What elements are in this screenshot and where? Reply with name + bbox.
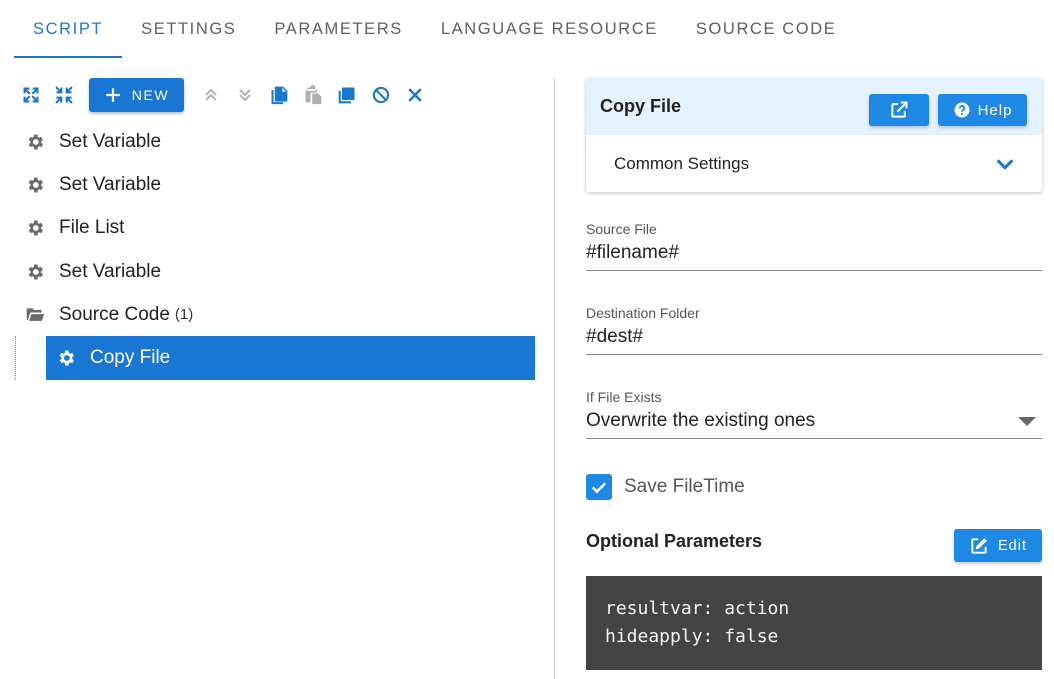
tab-bar: SCRIPT SETTINGS PARAMETERS LANGUAGE RESO… xyxy=(14,0,855,58)
tree-item-label: Set Variable xyxy=(59,130,162,152)
properties-card: Copy File Help Common Settings xyxy=(586,78,1042,192)
duplicate-icon[interactable] xyxy=(336,84,358,106)
source-file-field: Source File #filename# xyxy=(586,221,1042,271)
expand-all-icon[interactable] xyxy=(20,84,42,106)
save-filetime-row: Save FileTime xyxy=(586,474,745,500)
edit-button[interactable]: Edit xyxy=(954,529,1042,562)
destination-folder-field: Destination Folder #dest# xyxy=(586,305,1042,355)
tab-language-resource[interactable]: LANGUAGE RESOURCE xyxy=(422,0,677,58)
tree-item[interactable]: Set Variable xyxy=(14,163,539,206)
tree-item-label: Set Variable xyxy=(59,173,162,195)
destination-folder-input[interactable]: #dest# xyxy=(586,321,1042,355)
edit-icon xyxy=(971,537,987,554)
properties-panel: Copy File Help Common Settings Source Fi… xyxy=(586,78,1042,670)
tree-item-selected[interactable]: Copy File xyxy=(46,336,535,381)
tab-source-code[interactable]: SOURCE CODE xyxy=(677,0,855,58)
folder-open-icon xyxy=(24,304,46,326)
tree-folder[interactable]: Source Code (1) xyxy=(14,293,539,336)
tree-item-label: File List xyxy=(59,217,125,239)
source-file-label: Source File xyxy=(586,221,657,237)
script-tree: Set Variable Set Variable File List Set … xyxy=(14,120,539,381)
tree-item-label: Copy File xyxy=(90,347,171,369)
move-up-icon[interactable] xyxy=(200,84,222,106)
if-file-exists-value: Overwrite the existing ones xyxy=(586,410,816,431)
save-filetime-checkbox[interactable] xyxy=(586,474,612,500)
open-external-icon xyxy=(891,101,908,118)
dropdown-arrow-icon xyxy=(1018,417,1036,426)
tree-folder-count: (1) xyxy=(174,306,194,324)
paste-icon[interactable] xyxy=(302,84,324,106)
common-settings-expander[interactable]: Common Settings xyxy=(586,135,1042,192)
save-filetime-label: Save FileTime xyxy=(624,476,745,497)
common-settings-label: Common Settings xyxy=(614,153,750,173)
tab-settings[interactable]: SETTINGS xyxy=(122,0,255,58)
delete-icon[interactable] xyxy=(404,84,426,106)
new-button[interactable]: NEW xyxy=(89,78,184,112)
optional-parameters-code[interactable]: resultvar: action hideapply: false xyxy=(586,576,1042,670)
code-line: resultvar: action xyxy=(605,598,790,619)
if-file-exists-label: If File Exists xyxy=(586,389,662,405)
tree-folder-label: Source Code xyxy=(59,303,170,325)
help-icon xyxy=(954,102,970,118)
checkmark-icon xyxy=(591,482,607,494)
edit-button-label: Edit xyxy=(998,537,1027,554)
if-file-exists-select[interactable]: Overwrite the existing ones xyxy=(586,405,1042,439)
gear-icon xyxy=(55,347,77,369)
gear-icon xyxy=(24,174,46,196)
help-button-label: Help xyxy=(977,101,1013,119)
tree-children: Copy File xyxy=(14,336,539,381)
help-button[interactable]: Help xyxy=(938,94,1027,126)
tree-item[interactable]: Set Variable xyxy=(14,250,539,293)
new-button-label: NEW xyxy=(131,87,170,103)
gear-icon xyxy=(24,217,46,239)
open-external-button[interactable] xyxy=(869,94,929,126)
if-file-exists-field: If File Exists Overwrite the existing on… xyxy=(586,389,1042,439)
gear-icon xyxy=(24,131,46,153)
tree-toolbar: NEW xyxy=(20,78,426,112)
chevron-down-icon xyxy=(996,159,1014,170)
disable-icon[interactable] xyxy=(370,84,392,106)
tree-guide-line xyxy=(15,336,16,381)
tree-item[interactable]: File List xyxy=(14,207,539,250)
tab-script[interactable]: SCRIPT xyxy=(14,0,123,58)
tree-item-label: Set Variable xyxy=(59,260,162,282)
code-line: hideapply: false xyxy=(605,626,779,647)
copy-icon[interactable] xyxy=(268,84,290,106)
properties-header: Copy File Help xyxy=(586,78,1042,135)
panel-title: Copy File xyxy=(600,96,682,116)
optional-parameters-title: Optional Parameters xyxy=(586,531,763,551)
move-down-icon[interactable] xyxy=(234,84,256,106)
gear-icon xyxy=(24,261,46,283)
tree-item[interactable]: Set Variable xyxy=(14,120,539,163)
collapse-all-icon[interactable] xyxy=(53,84,75,106)
destination-folder-label: Destination Folder xyxy=(586,305,700,321)
source-file-input[interactable]: #filename# xyxy=(586,237,1042,271)
panel-divider[interactable] xyxy=(554,78,555,679)
tab-parameters[interactable]: PARAMETERS xyxy=(255,0,421,58)
add-icon xyxy=(106,88,120,102)
